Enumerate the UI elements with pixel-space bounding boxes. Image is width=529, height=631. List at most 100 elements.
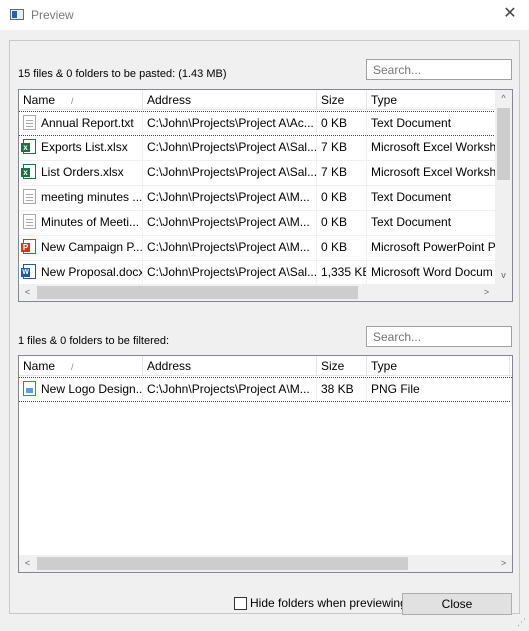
file-address-text: C:\John\Projects\Project A\M... <box>147 382 310 396</box>
text-file-icon <box>23 214 36 229</box>
column-header-name[interactable]: Name / <box>19 90 143 110</box>
hide-folders-label[interactable]: Hide folders when previewing <box>250 596 407 610</box>
file-size-text: 7 KB <box>321 165 348 179</box>
file-type-text: Microsoft Excel Worksh <box>371 165 497 179</box>
image-file-icon <box>23 381 36 396</box>
file-address-cell: C:\John\Projects\Project A\Sal... <box>143 261 317 285</box>
file-address-text: C:\John\Projects\Project A\M... <box>147 215 310 229</box>
scroll-left-icon[interactable]: < <box>19 284 36 301</box>
scroll-left-icon[interactable]: < <box>19 555 36 572</box>
file-name-text: New Proposal.docx <box>41 265 143 279</box>
file-name-text: List Orders.xlsx <box>41 165 124 179</box>
file-size-cell: 7 KB <box>317 161 367 185</box>
file-type-text: Microsoft Word Docum <box>371 265 493 279</box>
filtered-file-list[interactable]: Name / Address Size Type New Logo Design.… <box>18 355 513 573</box>
file-name-text: Minutes of Meeti... <box>41 215 140 229</box>
file-type-cell: PNG File <box>367 378 512 402</box>
file-address-cell: C:\John\Projects\Project A\M... <box>143 211 317 235</box>
file-type-cell: Microsoft Excel Worksh <box>367 161 512 185</box>
column-header-type[interactable]: Type <box>367 90 496 110</box>
filtered-list-header: Name / Address Size Type <box>19 356 512 376</box>
file-row[interactable]: Minutes of Meeti... C:\John\Projects\Proj… <box>19 211 512 236</box>
file-row[interactable]: New Proposal.docx C:\John\Projects\Projec… <box>19 261 512 286</box>
file-name-text: Annual Report.txt <box>41 116 134 130</box>
file-size-cell: 0 KB <box>317 211 367 235</box>
file-name-cell: New Proposal.docx <box>19 261 143 285</box>
file-address-text: C:\John\Projects\Project A\M... <box>147 190 310 204</box>
file-type-text: Microsoft PowerPoint P <box>371 240 496 254</box>
file-row[interactable]: List Orders.xlsx C:\John\Projects\Project… <box>19 161 512 186</box>
file-address-cell: C:\John\Projects\Project A\M... <box>143 186 317 210</box>
file-size-cell: 7 KB <box>317 136 367 160</box>
file-type-text: Text Document <box>371 116 452 130</box>
file-row[interactable]: meeting minutes ... C:\John\Projects\Proj… <box>19 186 512 211</box>
file-name-cell: New Campaign P... <box>19 236 143 260</box>
file-type-text: Text Document <box>371 190 452 204</box>
window-icon <box>10 9 24 20</box>
file-type-text: PNG File <box>371 382 420 396</box>
dialog-body: 15 files & 0 folders to be pasted: (1.43… <box>0 30 529 631</box>
file-row[interactable]: New Logo Design... C:\John\Projects\Proje… <box>19 377 512 402</box>
scroll-down-icon[interactable]: v <box>495 267 512 284</box>
file-size-cell: 0 KB <box>317 112 367 136</box>
filtered-search-input[interactable] <box>366 326 512 347</box>
file-name-text: meeting minutes ... <box>41 190 143 204</box>
file-name-cell: Exports List.xlsx <box>19 136 143 160</box>
file-name-cell: List Orders.xlsx <box>19 161 143 185</box>
pasted-list-header: Name / Address Size Type <box>19 90 496 110</box>
resize-grip-icon[interactable]: ⋰ <box>517 617 526 628</box>
file-row[interactable]: New Campaign P... C:\John\Projects\Projec… <box>19 236 512 261</box>
filtered-horizontal-scrollbar[interactable]: < > <box>19 555 512 572</box>
file-type-cell: Text Document <box>367 112 512 136</box>
scroll-right-icon[interactable]: > <box>495 555 512 572</box>
file-size-text: 0 KB <box>321 116 348 130</box>
close-button[interactable]: Close <box>402 593 512 615</box>
file-address-text: C:\John\Projects\Project A\Sal... <box>147 165 317 179</box>
close-icon[interactable]: ✕ <box>499 4 521 24</box>
file-name-text: Exports List.xlsx <box>41 140 128 154</box>
scroll-up-icon[interactable]: ^ <box>495 90 512 107</box>
column-header-type[interactable]: Type <box>367 356 510 376</box>
pasted-vertical-scroll-thumb[interactable] <box>497 108 510 180</box>
column-header-address[interactable]: Address <box>143 90 317 110</box>
file-size-cell: 0 KB <box>317 236 367 260</box>
excel-file-icon <box>21 139 36 154</box>
file-type-cell: Microsoft Word Docum <box>367 261 512 285</box>
file-type-text: Text Document <box>371 215 452 229</box>
pasted-horizontal-scroll-thumb[interactable] <box>37 286 358 299</box>
pasted-horizontal-scrollbar[interactable]: < > <box>19 284 495 301</box>
column-header-size[interactable]: Size <box>317 90 367 110</box>
pasted-file-list[interactable]: Name / Address Size Type Annual Report.tx… <box>18 89 513 302</box>
column-header-address[interactable]: Address <box>143 356 317 376</box>
file-type-cell: Microsoft PowerPoint P <box>367 236 512 260</box>
file-row[interactable]: Exports List.xlsx C:\John\Projects\Projec… <box>19 136 512 161</box>
file-size-cell: 38 KB <box>317 378 367 402</box>
scroll-right-icon[interactable]: > <box>478 284 495 301</box>
file-address-cell: C:\John\Projects\Project A\M... <box>143 378 317 402</box>
file-size-cell: 0 KB <box>317 186 367 210</box>
hide-folders-checkbox[interactable] <box>234 597 247 610</box>
file-name-text: New Campaign P... <box>41 240 143 254</box>
file-address-text: C:\John\Projects\Project A\Sal... <box>147 265 317 279</box>
filtered-horizontal-scroll-thumb[interactable] <box>37 557 408 570</box>
file-address-cell: C:\John\Projects\Project A\Sal... <box>143 136 317 160</box>
file-row[interactable]: Annual Report.txt C:\John\Projects\Projec… <box>19 111 512 136</box>
file-name-cell: New Logo Design... <box>19 378 143 402</box>
column-header-name[interactable]: Name / <box>19 356 143 376</box>
scroll-corner <box>495 284 512 301</box>
sort-indicator-icon: / <box>71 362 74 372</box>
file-name-text: New Logo Design... <box>41 382 143 396</box>
window-title: Preview <box>31 8 74 22</box>
file-name-cell: Minutes of Meeti... <box>19 211 143 235</box>
pasted-search-input[interactable] <box>366 59 512 80</box>
file-type-cell: Microsoft Excel Worksh <box>367 136 512 160</box>
file-size-text: 7 KB <box>321 140 348 154</box>
column-header-size[interactable]: Size <box>317 356 367 376</box>
powerpoint-file-icon <box>21 239 36 254</box>
file-address-cell: C:\John\Projects\Project A\Ac... <box>143 112 317 136</box>
pasted-vertical-scrollbar[interactable]: ^ v <box>495 90 512 284</box>
text-file-icon <box>23 115 36 130</box>
word-file-icon <box>21 264 36 279</box>
filtered-summary: 1 files & 0 folders to be filtered: <box>18 335 170 347</box>
file-address-cell: C:\John\Projects\Project A\Sal... <box>143 161 317 185</box>
